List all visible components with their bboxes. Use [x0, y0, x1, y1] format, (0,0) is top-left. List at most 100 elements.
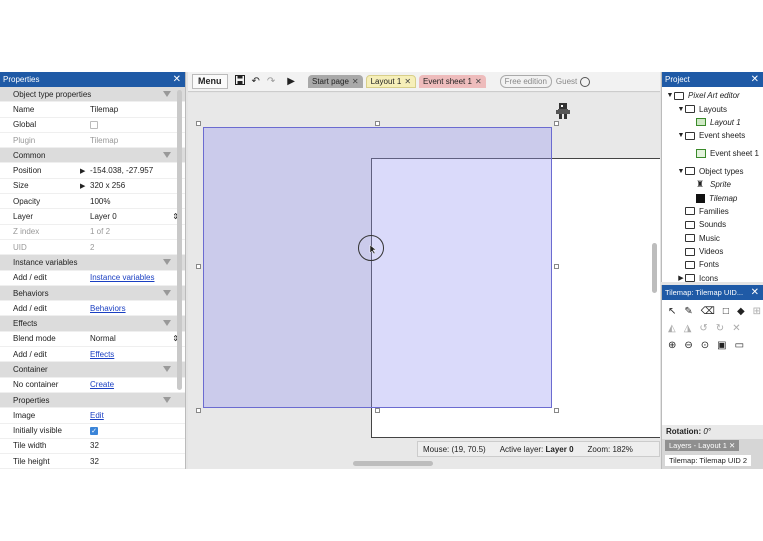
close-icon[interactable]: ✕ — [751, 285, 759, 300]
open-folder-icon[interactable]: ▭ — [735, 340, 744, 351]
property-value[interactable]: 320 x 256 — [90, 181, 125, 190]
tab-layout[interactable]: Layout 1 ✕ — [365, 75, 417, 88]
property-value[interactable]: -154.038, -27.957 — [90, 166, 153, 175]
resize-handle[interactable] — [196, 408, 201, 413]
expand-caret-icon[interactable]: ▼ — [666, 92, 674, 99]
tree-item[interactable]: Music — [662, 232, 763, 245]
checkbox[interactable] — [90, 120, 98, 129]
canvas-horizontal-scrollbar[interactable] — [353, 461, 433, 466]
close-icon[interactable]: ✕ — [404, 75, 411, 88]
close-icon[interactable]: ✕ — [729, 441, 735, 450]
layout-canvas[interactable]: Mouse: (19, 70.5) Active layer: Layer 0 … — [188, 93, 660, 469]
property-section-header[interactable]: Properties — [0, 392, 185, 409]
tree-item[interactable]: ▼ Layouts — [662, 102, 763, 115]
collapse-icon[interactable] — [163, 366, 171, 373]
expand-caret-icon[interactable]: ▼ — [677, 106, 685, 113]
sprite-robot-icon[interactable] — [556, 102, 570, 120]
guest-label[interactable]: Guest — [556, 77, 577, 86]
tree-item[interactable]: Event sheet 1 — [662, 143, 763, 165]
expand-caret-icon[interactable]: ▼ — [677, 132, 685, 139]
property-link[interactable]: Instance variables — [90, 273, 154, 282]
tree-item[interactable]: Fonts — [662, 258, 763, 271]
flip-vertical-icon[interactable]: ◮ — [684, 323, 692, 334]
save-tiles-icon[interactable]: ▣ — [717, 340, 726, 351]
collapse-icon[interactable] — [163, 320, 171, 327]
resize-handle[interactable] — [554, 408, 559, 413]
resize-handle[interactable] — [554, 121, 559, 126]
resize-handle[interactable] — [196, 264, 201, 269]
menu-button[interactable]: Menu — [192, 74, 228, 89]
tree-item[interactable]: Families — [662, 205, 763, 218]
free-edition-badge[interactable]: Free edition — [499, 75, 552, 88]
resize-handle[interactable] — [375, 408, 380, 413]
tree-item[interactable]: Videos — [662, 245, 763, 258]
play-icon[interactable]: ▶ — [287, 76, 295, 87]
property-section-header[interactable]: Common — [0, 148, 185, 164]
clear-icon[interactable]: ✕ — [732, 323, 740, 334]
property-section-header[interactable]: Instance variables — [0, 255, 185, 271]
tree-item[interactable]: Sounds — [662, 218, 763, 231]
close-icon[interactable]: ✕ — [475, 75, 482, 88]
property-link[interactable]: Create — [90, 380, 114, 389]
expand-arrow-icon[interactable]: ▶ — [80, 167, 90, 175]
undo-icon[interactable]: ↶ — [252, 76, 260, 87]
property-value[interactable]: 32 — [90, 457, 99, 466]
property-section-header[interactable]: Container — [0, 362, 185, 378]
tab-layers[interactable]: Layers - Layout 1 ✕ — [665, 440, 740, 451]
tree-item[interactable]: Tilemap — [662, 191, 763, 204]
properties-scrollbar[interactable] — [177, 90, 182, 390]
zoom-in-icon[interactable]: ⊕ — [668, 340, 676, 351]
tree-item[interactable]: Layout 1 — [662, 116, 763, 129]
tree-item[interactable]: ▼ Event sheets — [662, 129, 763, 142]
property-section-header[interactable]: Behaviors — [0, 285, 185, 302]
property-link[interactable]: Effects — [90, 350, 114, 359]
collapse-icon[interactable] — [163, 259, 171, 266]
property-select[interactable]: Normal ⇕ — [90, 334, 185, 343]
save-icon[interactable] — [234, 75, 245, 88]
eraser-tool-icon[interactable]: ⌫ — [701, 306, 715, 317]
collapse-icon[interactable] — [163, 396, 171, 403]
property-link[interactable]: Behaviors — [90, 304, 126, 313]
close-icon[interactable]: ✕ — [352, 75, 359, 88]
canvas-vertical-scrollbar[interactable] — [652, 243, 657, 293]
rotate-ccw-icon[interactable]: ↺ — [699, 323, 707, 334]
property-link[interactable]: Edit — [90, 411, 104, 420]
resize-handle[interactable] — [196, 121, 201, 126]
property-value[interactable]: 100% — [90, 197, 110, 206]
user-icon[interactable] — [580, 76, 591, 87]
property-section-header[interactable]: Object type properties — [0, 87, 185, 103]
collapse-icon[interactable] — [163, 91, 171, 97]
grid-tool-icon[interactable]: ⊞ — [753, 306, 761, 317]
tree-item[interactable]: ▼ Object types — [662, 165, 763, 178]
checkbox[interactable]: ✓ — [90, 426, 98, 435]
collapse-icon[interactable] — [163, 289, 171, 296]
tab-start[interactable]: Start page ✕ — [307, 75, 363, 88]
property-section-header[interactable]: Effects — [0, 316, 185, 332]
property-value[interactable]: 32 — [90, 441, 99, 450]
property-select[interactable]: Layer 0 ⇕ — [90, 212, 185, 221]
resize-handle[interactable] — [554, 264, 559, 269]
tilemap-selection[interactable] — [203, 127, 552, 408]
property-value[interactable]: Tilemap — [90, 105, 118, 114]
close-icon[interactable]: ✕ — [751, 72, 759, 87]
redo-icon[interactable]: ↷ — [267, 76, 275, 87]
flip-horizontal-icon[interactable]: ◭ — [668, 323, 676, 334]
pencil-tool-icon[interactable]: ✎ — [684, 306, 692, 317]
expand-caret-icon[interactable]: ▶ — [677, 274, 685, 282]
rectangle-tool-icon[interactable]: □ — [723, 306, 729, 317]
close-icon[interactable]: ✕ — [173, 72, 181, 87]
collapse-icon[interactable] — [163, 152, 171, 159]
zoom-out-icon[interactable]: ⊖ — [684, 340, 692, 351]
tree-item[interactable]: ▶ Icons — [662, 272, 763, 282]
rotate-cw-icon[interactable]: ↻ — [716, 323, 724, 334]
expand-caret-icon[interactable]: ▼ — [677, 168, 685, 175]
tree-item[interactable]: ▼ Pixel Art editor — [662, 89, 763, 102]
resize-handle[interactable] — [375, 121, 380, 126]
pointer-tool-icon[interactable]: ↖ — [668, 306, 676, 317]
tab-tilemap[interactable]: Tilemap: Tilemap UID 2 — [665, 455, 752, 466]
expand-arrow-icon[interactable]: ▶ — [80, 182, 90, 190]
zoom-reset-icon[interactable]: ⊙ — [701, 340, 709, 351]
tree-item[interactable]: ♜ Sprite — [662, 178, 763, 191]
tab-event[interactable]: Event sheet 1 ✕ — [419, 75, 486, 88]
fill-tool-icon[interactable]: ◆ — [737, 306, 745, 317]
